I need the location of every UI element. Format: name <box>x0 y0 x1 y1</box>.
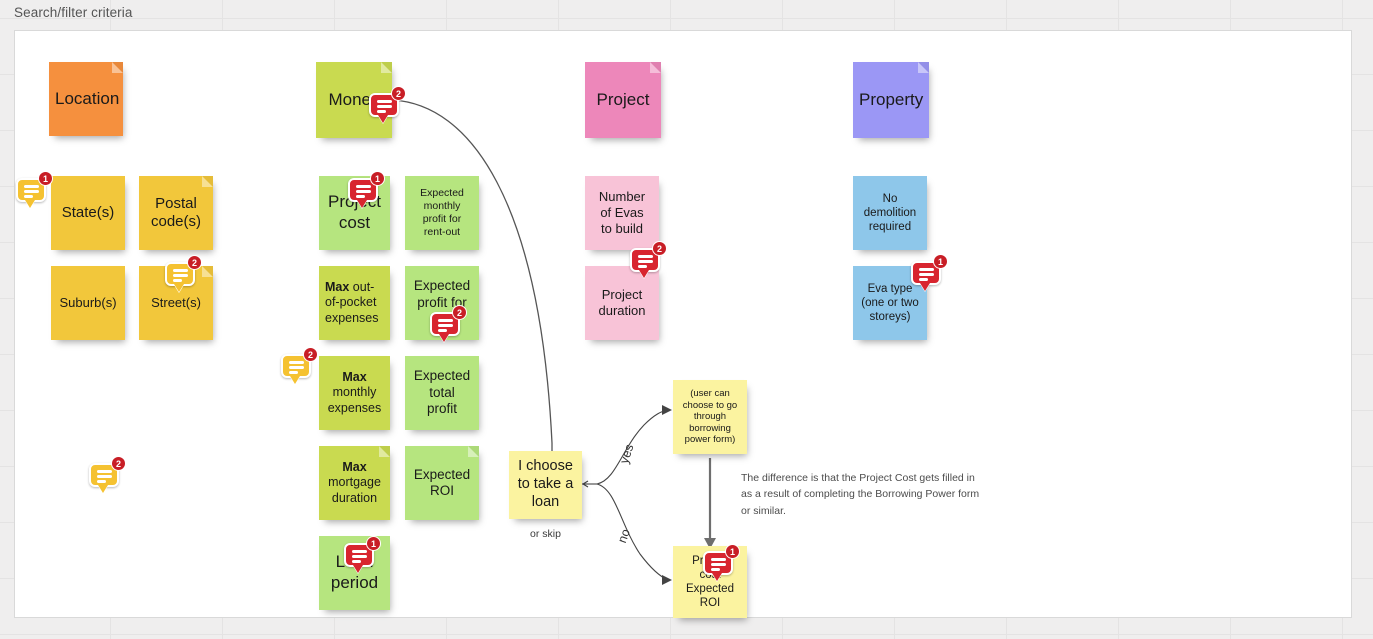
comment-pin-icon[interactable]: 2 <box>281 347 318 384</box>
comment-lines-icon <box>919 268 934 281</box>
comment-count-badge: 2 <box>391 86 406 101</box>
note-postal-codes[interactable]: Postal code(s) <box>139 176 213 250</box>
note-label: (user can choose to go through borrowing… <box>682 388 738 446</box>
arrowhead-no <box>662 575 672 585</box>
note-label: I choose to take a loan <box>517 458 574 510</box>
note-label: Expected ROI <box>413 466 471 498</box>
comment-lines-icon <box>173 269 188 282</box>
note-label: Max mortgage duration <box>328 460 381 505</box>
comment-lines-icon <box>352 550 367 563</box>
comment-pin-icon[interactable]: 2 <box>630 241 667 278</box>
note-max-monthly-expenses[interactable]: Max monthly expenses <box>319 356 390 430</box>
comment-lines-icon <box>356 185 371 198</box>
note-property-header[interactable]: Property <box>853 62 929 138</box>
comment-pin-icon[interactable]: 1 <box>911 254 948 291</box>
comment-pin-icon[interactable]: 2 <box>89 456 126 493</box>
branch-label-no: no <box>614 527 633 545</box>
note-max-mortgage-duration[interactable]: Max mortgage duration <box>319 446 390 520</box>
note-decision-take-a-loan[interactable]: I choose to take a loan <box>509 451 582 519</box>
note-no-demolition-required[interactable]: No demolition required <box>853 176 927 250</box>
note-label: State(s) <box>61 203 115 221</box>
comment-lines-icon <box>638 255 653 268</box>
comment-count-badge: 1 <box>38 171 53 186</box>
comment-count-badge: 1 <box>933 254 948 269</box>
board-title: Search/filter criteria <box>14 5 133 20</box>
comment-pin-icon[interactable]: 2 <box>369 86 406 123</box>
comment-count-badge: 2 <box>303 347 318 362</box>
comment-pin-icon[interactable]: 1 <box>703 544 740 581</box>
note-label: Project duration <box>598 287 646 318</box>
note-label: Property <box>859 89 924 109</box>
comment-pin-icon[interactable]: 1 <box>16 171 53 208</box>
connector-branch-stub-head <box>581 480 589 488</box>
note-label: Max out-of-pocket expenses <box>325 280 379 325</box>
note-label: Number of Evas to build <box>598 189 646 236</box>
comment-count-badge: 1 <box>366 536 381 551</box>
note-states[interactable]: State(s) <box>51 176 125 250</box>
comment-count-badge: 2 <box>452 305 467 320</box>
comment-count-badge: 1 <box>725 544 740 559</box>
comment-lines-icon <box>289 361 304 374</box>
note-location-header[interactable]: Location <box>49 62 123 136</box>
note-number-of-evas[interactable]: Number of Evas to build <box>585 176 659 250</box>
branch-label-yes: yes <box>617 442 637 466</box>
comment-count-badge: 2 <box>187 255 202 270</box>
comment-pin-icon[interactable]: 1 <box>348 171 385 208</box>
comment-lines-icon <box>377 100 392 113</box>
note-label: Postal code(s) <box>150 194 202 230</box>
note-borrowing-power-form[interactable]: (user can choose to go through borrowing… <box>673 380 747 454</box>
note-project-header[interactable]: Project <box>585 62 661 138</box>
comment-lines-icon <box>438 319 453 332</box>
note-label: No demolition required <box>863 192 917 233</box>
arrowhead-yes <box>662 405 672 415</box>
comment-lines-icon <box>711 558 726 571</box>
note-label: Suburb(s) <box>59 295 117 311</box>
comment-count-badge: 2 <box>111 456 126 471</box>
comment-count-badge: 2 <box>652 241 667 256</box>
note-label: Max monthly expenses <box>327 370 382 415</box>
comment-pin-icon[interactable]: 1 <box>344 536 381 573</box>
note-label: Expected monthly profit for rent-out <box>420 187 464 238</box>
note-label: Expected total profit <box>413 368 471 417</box>
comment-lines-icon <box>97 470 112 483</box>
comment-lines-icon <box>24 185 39 198</box>
comment-pin-icon[interactable]: 2 <box>430 305 467 342</box>
note-label: Location <box>55 88 120 108</box>
note-max-out-of-pocket-expenses[interactable]: Max out-of-pocket expenses <box>319 266 390 340</box>
annotation-project-cost-difference: The difference is that the Project Cost … <box>741 472 980 517</box>
note-expected-roi[interactable]: Expected ROI <box>405 446 479 520</box>
comment-count-badge: 1 <box>370 171 385 186</box>
note-expected-total-profit[interactable]: Expected total profit <box>405 356 479 430</box>
comment-pin-icon[interactable]: 2 <box>165 255 202 292</box>
note-suburbs[interactable]: Suburb(s) <box>51 266 125 340</box>
decision-caption: or skip <box>530 528 561 540</box>
note-label: Street(s) <box>151 295 201 311</box>
note-label: Project <box>596 89 650 109</box>
board-canvas[interactable]: Location State(s) Postal code(s) Suburb(… <box>0 0 1373 639</box>
note-expected-monthly-profit-rent[interactable]: Expected monthly profit for rent-out <box>405 176 479 250</box>
